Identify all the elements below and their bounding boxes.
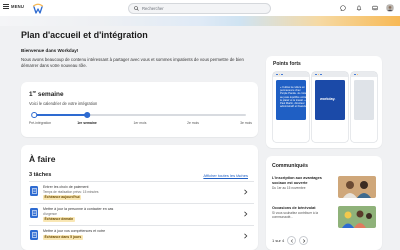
announcement-image [338,206,376,228]
workday-logo-icon[interactable] [32,2,44,14]
announcements-card: Communiqués L'inscription aux avantages … [266,156,382,250]
timeline-current-marker [84,112,90,118]
task-row[interactable]: Mettre à jour la personne à contacter en… [29,203,254,225]
task-document-icon [30,186,38,196]
search-icon [134,6,139,11]
pager-status: 1 sur 4 [272,238,285,243]
highlights-title: Points forts [273,61,301,67]
bell-icon[interactable] [354,3,364,13]
todo-card: À faire 3 tâches Afficher toutes les tâc… [21,145,258,250]
highlight-tile[interactable]: workday. [312,72,348,142]
chevron-right-icon [302,238,305,243]
onboarding-timeline: Pré-intégration 1re semaine 1er mois 2e moi… [29,111,254,131]
timeline-marker [31,112,37,118]
week-title: 1re semaine [29,90,64,99]
intro-text: Nous avons beaucoup de contenu intéressa… [21,57,244,68]
workday-wordmark: workday. [320,97,336,101]
highlight-image: workday. [315,80,345,120]
chevron-right-icon[interactable] [243,233,248,239]
highlight-image [354,80,374,120]
search-bar[interactable] [128,3,271,14]
task-count: 3 tâches [29,172,52,178]
timeline-step-label: 1er mois [133,121,147,125]
announcement-headline: Occasions de bénévolat [272,206,316,210]
chevron-right-icon[interactable] [243,189,248,195]
task-row[interactable]: Entrer les choix de paiement Temps de ré… [29,181,254,203]
task-title: Mettre à jour la personne à contacter en… [43,207,114,211]
timeline-step-label: 2e mois [187,121,199,125]
chevron-left-icon [290,238,293,243]
user-avatar[interactable] [386,4,394,12]
next-page-button[interactable] [299,236,309,245]
task-document-icon [30,208,38,218]
due-badge: Échéance aujourd'hui [43,195,82,200]
highlight-image: « Cultive la culture en permanence chez … [276,80,308,120]
chat-icon[interactable] [338,3,348,13]
week-subtitle: Voici le calendrier de votre intégration [29,101,98,106]
task-subtitle: Temps de réalisation prévu: 15 minutes [43,190,99,194]
timeline-step-label: 3e mois [240,121,252,125]
announcements-pager: 1 sur 4 [272,236,309,245]
todo-title: À faire [29,154,56,164]
task-row[interactable]: Mettre à jour vos compétences et votre É… [29,225,254,247]
task-title: Mettre à jour vos compétences et votre [43,229,106,233]
page-title: Plan d'accueil et d'intégration [21,30,148,40]
header-gradient-band [0,16,400,26]
highlight-tile[interactable] [351,72,377,142]
timeline-step-label: 1re semaine [77,121,97,125]
highlight-tile[interactable]: « Cultive la culture en permanence chez … [273,72,309,142]
show-all-tasks-link[interactable]: Afficher toutes les tâches [203,173,248,178]
announcement-body: Du 1er au 15 novembre [272,185,306,190]
menu-label: MENU [11,4,25,9]
highlights-card: Points forts « Cultive la culture en per… [266,56,382,148]
week-progress-card: 1re semaine Voici le calendrier de votre… [21,82,258,137]
announcement-body: Si vous souhaitez contribuer à la commun… [272,211,319,220]
announcement-headline: L'inscription aux avantages sociaux est … [272,176,322,185]
search-input[interactable] [142,6,262,11]
menu-icon [3,4,9,9]
announcements-title: Communiqués [272,163,309,169]
timeline-step-label: Pré-intégration [28,121,52,125]
task-title: Entrer les choix de paiement [43,185,89,189]
top-navigation-bar: MENU [0,0,400,16]
chevron-right-icon[interactable] [243,211,248,217]
due-badge: Échéance demain [43,217,75,222]
previous-page-button[interactable] [287,236,297,245]
announcement-item[interactable]: Occasions de bénévolat Si vous souhaitez… [272,206,376,228]
inbox-icon[interactable] [370,3,380,13]
welcome-heading: Bienvenue dans Workday! [21,48,79,53]
due-badge: Échéance dans 5 jours [43,235,83,240]
highlight-caption: « Cultive la culture en permanence chez … [280,86,308,109]
menu-button[interactable]: MENU [3,4,24,9]
announcement-image [338,176,376,198]
task-subtitle: d'urgence [43,212,57,216]
announcement-item[interactable]: L'inscription aux avantages sociaux est … [272,176,376,198]
task-document-icon [30,230,38,240]
timeline-progress [34,114,87,116]
